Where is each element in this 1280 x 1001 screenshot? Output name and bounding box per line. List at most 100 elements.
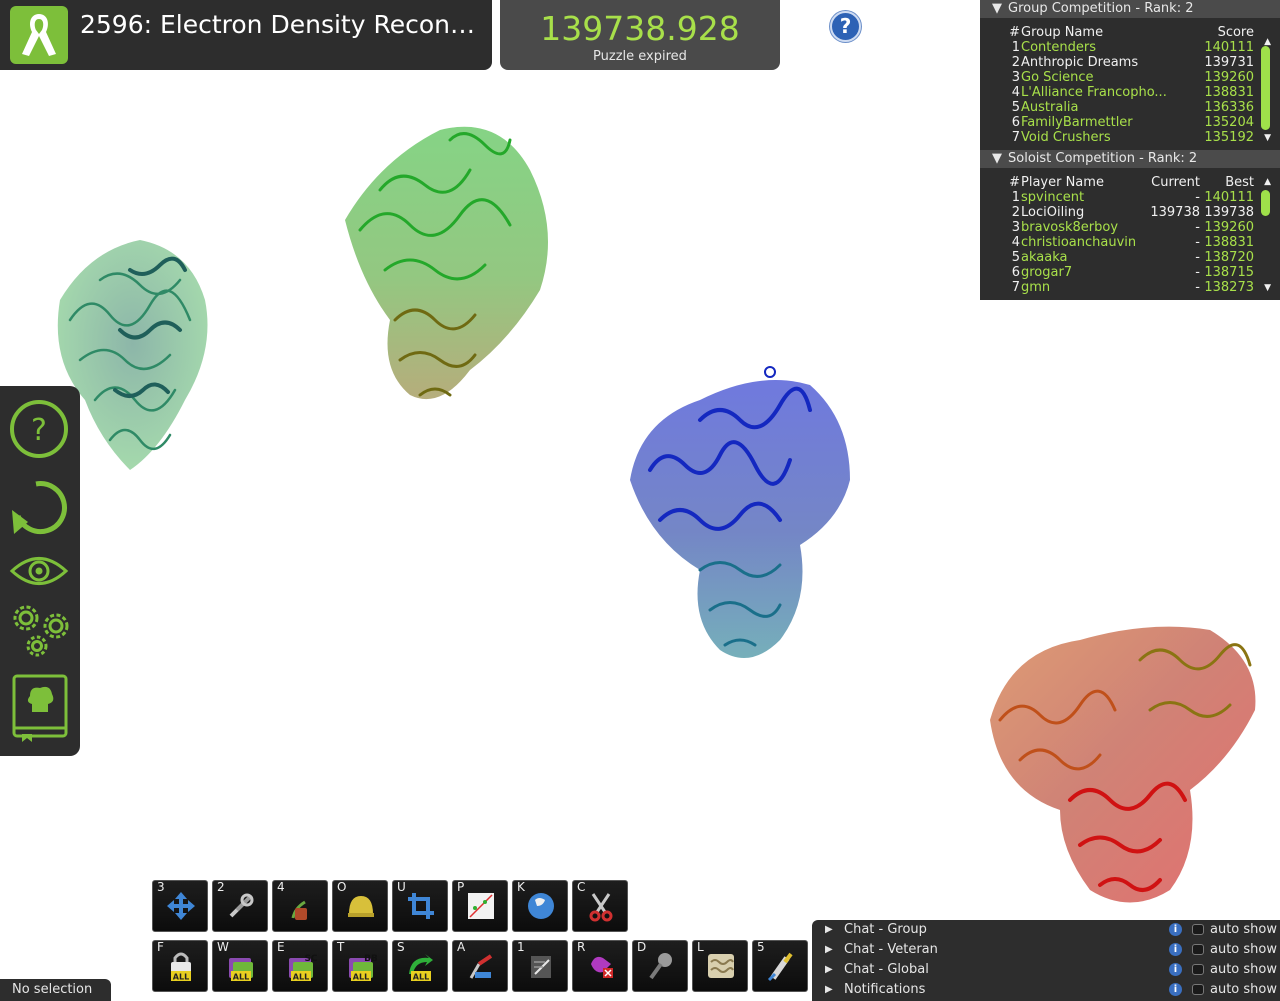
score-column-header: Score [1217, 25, 1254, 40]
expand-triangle-icon[interactable]: ▶ [825, 960, 833, 980]
protein-chain-green[interactable] [345, 126, 548, 400]
rebuild-icon [469, 954, 493, 979]
auto-show-toggle[interactable] [1192, 984, 1204, 995]
group-row[interactable]: 6 FamilyBarmettler 135204 [980, 115, 1258, 130]
remove-bands-button[interactable]: R [572, 940, 628, 992]
best-score-cell: 138831 [1204, 235, 1254, 250]
expand-triangle-icon[interactable]: ▶ [825, 980, 833, 1000]
group-row[interactable]: 5 Australia 136336 [980, 100, 1258, 115]
puzzle-status: Puzzle expired [593, 49, 687, 64]
wiggle-tweezers-button[interactable]: 4 [272, 880, 328, 932]
contact-map-button[interactable]: P [452, 880, 508, 932]
wiggle-backbone-icon: BB ALL [349, 954, 377, 982]
player-row[interactable]: 6 grogar7 -138715 [980, 265, 1258, 280]
auto-show-toggle[interactable] [1192, 924, 1204, 935]
expand-triangle-icon[interactable]: ▶ [825, 920, 833, 940]
protein-chain-red[interactable] [990, 626, 1256, 903]
chat-row[interactable]: ▶ Chat - Global i auto show [812, 960, 1280, 980]
group-competition-title: Group Competition - Rank: 2 [1008, 1, 1194, 16]
crop-button[interactable]: U [392, 880, 448, 932]
info-icon[interactable]: i [1169, 983, 1182, 996]
collapse-triangle-icon[interactable]: ▼ [992, 0, 1008, 18]
help-menu-button[interactable]: ? [6, 396, 72, 462]
group-name-cell: FamilyBarmettler [1021, 115, 1133, 130]
leaderboards-panel: ▼ Group Competition - Rank: 2 # Group Nam… [980, 0, 1280, 300]
mutate-button[interactable]: D [632, 940, 688, 992]
soloist-competition-header[interactable]: ▼ Soloist Competition - Rank: 2 [980, 150, 1280, 168]
rank-cell: 4 [1011, 235, 1020, 250]
rank-cell: 7 [1011, 280, 1020, 295]
cookbook-menu-button[interactable] [6, 672, 72, 742]
group-name-cell: Go Science [1021, 70, 1094, 85]
info-icon[interactable]: i [1169, 963, 1182, 976]
group-competition-header[interactable]: ▼ Group Competition - Rank: 2 [980, 0, 1280, 18]
wiggle-all-icon: ALL [229, 958, 253, 982]
scissors-button[interactable]: C [572, 880, 628, 932]
protein-chain-teal[interactable] [57, 240, 208, 470]
move-arrows-button[interactable]: 3 [152, 880, 208, 932]
best-score-cell: 140111 [1204, 190, 1254, 205]
rebuild-button[interactable]: A [452, 940, 508, 992]
wiggle-all-button[interactable]: W ALL [212, 940, 268, 992]
undo-icon [12, 481, 67, 535]
collapse-triangle-icon[interactable]: ▼ [992, 150, 1008, 168]
scroll-down-icon[interactable]: ▼ [1264, 283, 1271, 293]
settings-menu-button[interactable] [6, 596, 72, 662]
rank-column-header: # [1009, 25, 1020, 40]
freeze-all-button[interactable]: F ALL [152, 940, 208, 992]
group-row[interactable]: 7 Void Crushers 135192 [980, 130, 1258, 145]
chat-row[interactable]: ▶ Chat - Veteran i auto show [812, 940, 1280, 960]
chat-row[interactable]: ▶ Notifications i auto show [812, 980, 1280, 1000]
info-icon[interactable]: i [1169, 923, 1182, 936]
scrollbar-thumb[interactable] [1261, 46, 1270, 130]
info-icon[interactable]: i [1169, 943, 1182, 956]
player-row[interactable]: 2 LociOiling 139738 139738 [980, 205, 1258, 220]
helmet-button[interactable]: O [332, 880, 388, 932]
scroll-up-icon[interactable]: ▲ [1264, 177, 1271, 187]
auto-show-toggle[interactable] [1192, 964, 1204, 975]
game-viewport[interactable]: 2596: Electron Density Reconstr... 13973… [0, 0, 1280, 1001]
player-row[interactable]: 7 gmn -138273 [980, 280, 1258, 295]
score-cell: 140111 [1204, 40, 1254, 55]
shake-all-button[interactable]: S ALL [392, 940, 448, 992]
auto-show-label: auto show [1210, 982, 1277, 997]
current-score-cell: - [1195, 265, 1200, 280]
rank-column-header: # [1009, 175, 1020, 190]
puzzle-title-bar: 2596: Electron Density Reconstr... [0, 0, 492, 70]
group-row[interactable]: 4 L'Alliance Francopho... 138831 [980, 85, 1258, 100]
player-row[interactable]: 4 christioanchauvin -138831 [980, 235, 1258, 250]
tools-button[interactable]: 2 [212, 880, 268, 932]
crop-icon [408, 893, 434, 919]
undo-menu-button[interactable] [6, 474, 72, 540]
player-name-cell: akaaka [1021, 250, 1068, 265]
rank-cell: 7 [1011, 130, 1020, 145]
group-row[interactable]: 3 Go Science 139260 [980, 70, 1258, 85]
auto-show-label: auto show [1210, 922, 1277, 937]
sidechain-tube-button[interactable]: 5 [752, 940, 808, 992]
player-row[interactable]: 3 bravosk8erboy -139260 [980, 220, 1258, 235]
globe-button[interactable]: K [512, 880, 568, 932]
mutate-icon [649, 953, 672, 980]
expand-triangle-icon[interactable]: ▶ [825, 940, 833, 960]
hotkey-label: T [337, 940, 345, 954]
chat-row[interactable]: ▶ Chat - Group i auto show [812, 920, 1280, 940]
chat-channel-label: Notifications [844, 982, 926, 997]
all-badge: ALL [173, 973, 189, 982]
score-cell: 139731 [1204, 55, 1254, 70]
group-row[interactable]: 1 Contenders 140111 [980, 40, 1258, 55]
scrollbar-thumb[interactable] [1261, 190, 1270, 216]
scroll-down-icon[interactable]: ▼ [1264, 133, 1271, 143]
player-row[interactable]: 1 spvincent -140111 [980, 190, 1258, 205]
notes-button[interactable]: 1 [512, 940, 568, 992]
current-score-cell: - [1195, 190, 1200, 205]
player-row[interactable]: 5 akaaka -138720 [980, 250, 1258, 265]
group-row[interactable]: 2 Anthropic Dreams 139731 [980, 55, 1258, 70]
rank-cell: 6 [1011, 115, 1020, 130]
wiggle-backbone-button[interactable]: T BB ALL [332, 940, 388, 992]
view-menu-button[interactable] [6, 538, 72, 604]
protein-chain-blue[interactable] [630, 366, 850, 658]
auto-show-toggle[interactable] [1192, 944, 1204, 955]
density-map-button[interactable]: L [692, 940, 748, 992]
help-button[interactable]: ? [830, 11, 861, 42]
wiggle-sidechains-button[interactable]: E SC ALL [272, 940, 328, 992]
